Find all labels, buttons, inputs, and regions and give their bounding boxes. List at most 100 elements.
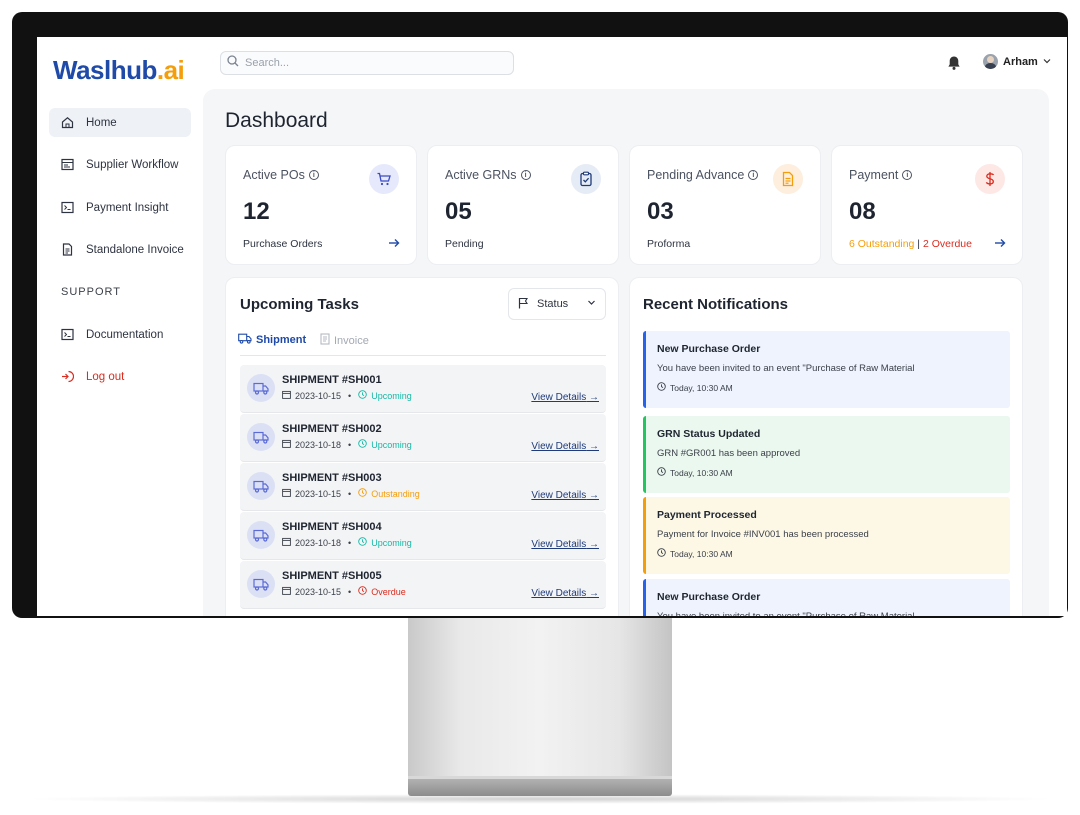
arrow-right-icon: → [589,588,599,599]
stat-card-active-pos[interactable]: Active POs i 12 Purchase Orders [225,145,417,265]
arrow-right-icon[interactable] [388,236,400,251]
arrow-right-icon: → [589,441,599,452]
sidebar-item-logout[interactable]: Log out [49,362,191,391]
chevron-down-icon [587,298,596,310]
bullet-separator: • [348,390,352,401]
page-title: Dashboard [225,109,328,132]
table-row[interactable]: SHIPMENT #SH001 2023-10-15 • Upcoming View D… [240,365,606,413]
clock-icon [358,586,367,597]
bell-icon[interactable] [946,55,962,76]
search-input[interactable] [245,57,495,69]
bullet-separator: • [348,488,352,499]
view-details-label: View Details [531,392,587,403]
table-row[interactable]: SHIPMENT #SH002 2023-10-18 • Upcoming View D… [240,414,606,462]
notification-item[interactable]: New Purchase Order You have been invited … [643,331,1010,408]
app-screen: Waslhub.ai Arham [37,37,1067,616]
shipment-id: SHIPMENT #SH001 [282,374,382,386]
brand-logo[interactable]: Waslhub.ai [53,55,185,86]
shipment-meta: 2023-10-15 • Upcoming [282,390,412,401]
monitor-stand [408,618,672,778]
view-details-label: View Details [531,539,587,550]
truck-icon [247,374,275,402]
calendar-icon [282,586,291,597]
monitor-bezel: Waslhub.ai Arham [12,12,1068,618]
shipment-date: 2023-10-15 [295,390,342,401]
stat-sub: 6 Outstanding | 2 Overdue [849,238,972,250]
stat-value: 03 [647,198,674,225]
tab-invoice[interactable]: Invoice [320,333,369,348]
shipment-meta: 2023-10-18 • Upcoming [282,537,412,548]
view-details-label: View Details [531,490,587,501]
stat-card-active-grns[interactable]: Active GRNs i 05 Pending [427,145,619,265]
view-details-link[interactable]: View Details → [531,392,599,403]
stat-card-pending-advance[interactable]: Pending Advance i 03 Proforma [629,145,821,265]
stat-card-payment[interactable]: Payment i 08 6 Outstanding | 2 Overdue [831,145,1023,265]
table-row[interactable]: SHIPMENT #SH003 2023-10-15 • Outstanding Vie… [240,463,606,511]
truck-icon [247,521,275,549]
home-icon [61,116,74,129]
clock-icon [657,467,666,478]
view-details-label: View Details [531,441,587,452]
info-icon[interactable]: i [902,170,913,180]
bullet-separator: • [348,586,352,597]
notification-item[interactable]: GRN Status Updated GRN #GR001 has been ap… [643,416,1010,493]
sidebar-item-label: Standalone Invoice [86,243,184,256]
clock-icon [358,488,367,499]
status-badge: Overdue [371,586,406,597]
notification-item[interactable]: New Purchase Order You have been invited … [643,579,1010,616]
view-details-link[interactable]: View Details → [531,441,599,452]
sidebar-item-payment-insight[interactable]: Payment Insight [49,193,191,222]
search-icon [227,54,239,72]
notification-body: Payment for Invoice #INV001 has been pro… [657,529,869,540]
document-icon [61,243,74,256]
user-name: Arham [1003,55,1038,68]
status-filter-dropdown[interactable]: Status [508,288,606,320]
shipment-id: SHIPMENT #SH004 [282,521,382,533]
view-details-link[interactable]: View Details → [531,588,599,599]
table-row[interactable]: SHIPMENT #SH005 2023-10-15 • Overdue View De… [240,561,606,609]
tab-shipment[interactable]: Shipment [238,333,306,347]
arrow-right-icon: → [589,490,599,501]
calendar-icon [282,537,291,548]
panel-title: Recent Notifications [643,296,789,313]
avatar [983,54,998,69]
clock-icon [657,548,666,559]
stat-label: Active POs i [243,168,319,182]
overdue-count[interactable]: 2 Overdue [923,238,972,250]
view-details-link[interactable]: View Details → [531,490,599,501]
truck-icon [247,570,275,598]
shipment-meta: 2023-10-15 • Overdue [282,586,406,597]
clock-icon [358,537,367,548]
info-icon[interactable]: i [520,170,531,180]
flag-icon [518,297,529,312]
sidebar-item-label: Payment Insight [86,201,169,214]
info-icon[interactable]: i [748,170,759,180]
stat-label: Pending Advance i [647,168,759,182]
logout-icon [61,370,74,383]
clock-icon [657,382,666,393]
bullet-separator: • [348,537,352,548]
main-content: Dashboard Active POs i 12 Purchase Orders… [203,89,1049,616]
bullet-separator: • [348,439,352,450]
table-row[interactable]: SHIPMENT #SH004 2023-10-18 • Upcoming View D… [240,512,606,560]
user-menu[interactable]: Arham [983,54,1051,69]
info-icon[interactable]: i [308,170,319,180]
sidebar-item-standalone-invoice[interactable]: Standalone Invoice [49,235,191,264]
notification-item[interactable]: Payment Processed Payment for Invoice #IN… [643,497,1010,574]
sidebar-item-supplier-workflow[interactable]: Supplier Workflow [49,150,191,179]
tab-label: Shipment [256,334,307,346]
terminal-icon [61,328,74,341]
view-details-link[interactable]: View Details → [531,539,599,550]
notification-title: New Purchase Order [657,343,761,355]
truck-icon [247,423,275,451]
search-box[interactable] [220,51,514,75]
sidebar-item-home[interactable]: Home [49,108,191,137]
outstanding-count[interactable]: 6 Outstanding [849,238,914,250]
arrow-right-icon: → [589,392,599,403]
arrow-right-icon[interactable] [994,236,1006,251]
separator: | [914,238,923,250]
sidebar-item-documentation[interactable]: Documentation [49,320,191,349]
support-section-label: SUPPORT [61,286,121,298]
status-badge: Outstanding [371,488,420,499]
notification-time: Today, 10:30 AM [670,467,733,478]
